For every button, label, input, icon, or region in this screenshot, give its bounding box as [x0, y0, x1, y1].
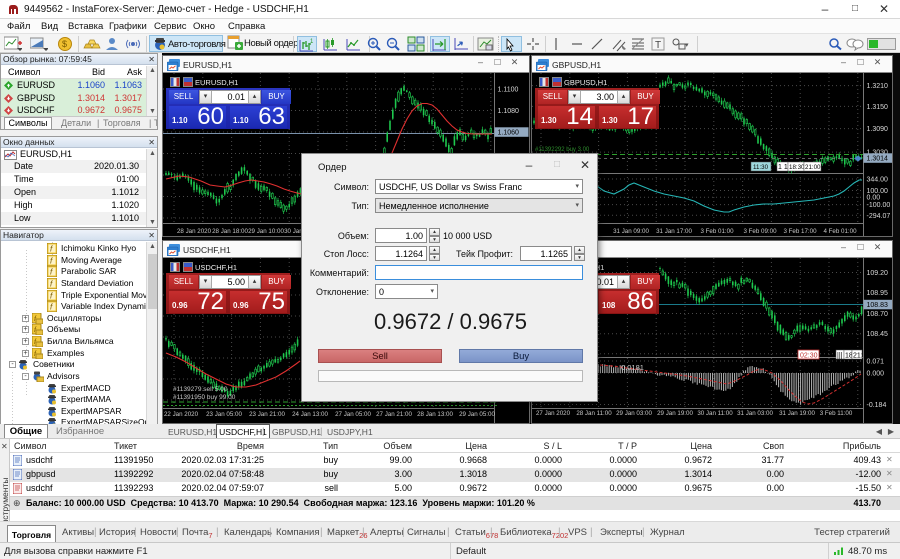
svg-text:27 Jan 21:00: 27 Jan 21:00 — [376, 411, 412, 418]
svg-text:27 Jan 2020: 27 Jan 2020 — [536, 410, 571, 417]
svg-text:3 Feb 09:00: 3 Feb 09:00 — [743, 228, 777, 235]
svg-text:0.000: 0.000 — [867, 371, 885, 378]
svg-text:#1139279 sell 5.00: #1139279 sell 5.00 — [173, 386, 228, 393]
svg-text:28 Jan 11:00: 28 Jan 11:00 — [576, 410, 612, 417]
svg-text:22 Jan 2020: 22 Jan 2020 — [164, 411, 199, 418]
svg-text:3 Feb 17:00: 3 Feb 17:00 — [783, 228, 817, 235]
svg-text:31 Jan 19:00: 31 Jan 19:00 — [779, 410, 815, 417]
svg-text:3 Feb 11:00: 3 Feb 11:00 — [820, 410, 853, 417]
svg-text:0.0181: 0.0181 — [621, 363, 644, 372]
svg-text:02:30: 02:30 — [800, 353, 818, 360]
svg-text:1.1060: 1.1060 — [498, 130, 520, 137]
svg-text:21:00: 21:00 — [805, 164, 821, 171]
svg-text:T: T — [655, 40, 661, 51]
svg-text:1.3014: 1.3014 — [867, 156, 889, 163]
svg-text:1.1100: 1.1100 — [498, 87, 519, 94]
svg-text:27 Jan 05:00: 27 Jan 05:00 — [335, 411, 371, 418]
svg-text:1.1080: 1.1080 — [498, 108, 520, 115]
svg-text:-294.07: -294.07 — [867, 213, 891, 220]
svg-text:108.70: 108.70 — [867, 311, 889, 318]
svg-text:31 Jan 17:00: 31 Jan 17:00 — [656, 228, 692, 235]
svg-text:|||: ||| — [837, 353, 843, 360]
svg-text:108.95: 108.95 — [867, 290, 889, 297]
svg-text:$: $ — [62, 39, 67, 49]
svg-text:31 Jan 09:00: 31 Jan 09:00 — [613, 228, 649, 235]
svg-text:4 Feb 01:00: 4 Feb 01:00 — [823, 228, 857, 235]
svg-text:11:30: 11:30 — [753, 164, 769, 171]
svg-text:1.3090: 1.3090 — [867, 126, 889, 133]
svg-text:0.071: 0.071 — [867, 359, 885, 366]
svg-text:18:30: 18:30 — [789, 164, 805, 171]
svg-text:344.00: 344.00 — [867, 177, 889, 184]
svg-text:#11391950 buy 99.00: #11391950 buy 99.00 — [173, 394, 236, 401]
svg-text:21:: 21: — [853, 353, 863, 360]
svg-text:109.20: 109.20 — [867, 270, 889, 277]
svg-text:24 Jan 13:00: 24 Jan 13:00 — [292, 411, 328, 418]
svg-text:28 Jan 18:00: 28 Jan 18:00 — [212, 228, 248, 235]
svg-text:28 Jan 2020: 28 Jan 2020 — [177, 228, 212, 235]
svg-text:29 Jan 05:00: 29 Jan 05:00 — [459, 411, 495, 418]
svg-text:29 Jan 10:00: 29 Jan 10:00 — [248, 228, 284, 235]
svg-text:1 1: 1 1 — [778, 164, 788, 171]
svg-text:108.45: 108.45 — [867, 331, 889, 338]
svg-text:-100.00: -100.00 — [867, 202, 891, 209]
svg-text:30 Jan 11:00: 30 Jan 11:00 — [697, 410, 733, 417]
svg-text:29 Jan 03:00: 29 Jan 03:00 — [616, 410, 652, 417]
svg-text:1.3150: 1.3150 — [867, 104, 889, 111]
svg-text:18: 18 — [845, 353, 853, 360]
svg-text:3 Feb 01:00: 3 Feb 01:00 — [700, 228, 734, 235]
svg-text:31 Jan 03:00: 31 Jan 03:00 — [737, 410, 773, 417]
svg-text:1: 1 — [310, 39, 314, 45]
svg-text:28 Jan 13:00: 28 Jan 13:00 — [417, 411, 453, 418]
svg-text:23 Jan 05:00: 23 Jan 05:00 — [206, 411, 242, 418]
svg-text:1.3210: 1.3210 — [867, 83, 889, 90]
svg-text:-0.184: -0.184 — [867, 402, 887, 409]
svg-text:29 Jan 19:00: 29 Jan 19:00 — [657, 410, 693, 417]
svg-text:108.83: 108.83 — [867, 302, 889, 309]
svg-text:0.00: 0.00 — [867, 195, 881, 202]
svg-text:23 Jan 21:00: 23 Jan 21:00 — [249, 411, 285, 418]
